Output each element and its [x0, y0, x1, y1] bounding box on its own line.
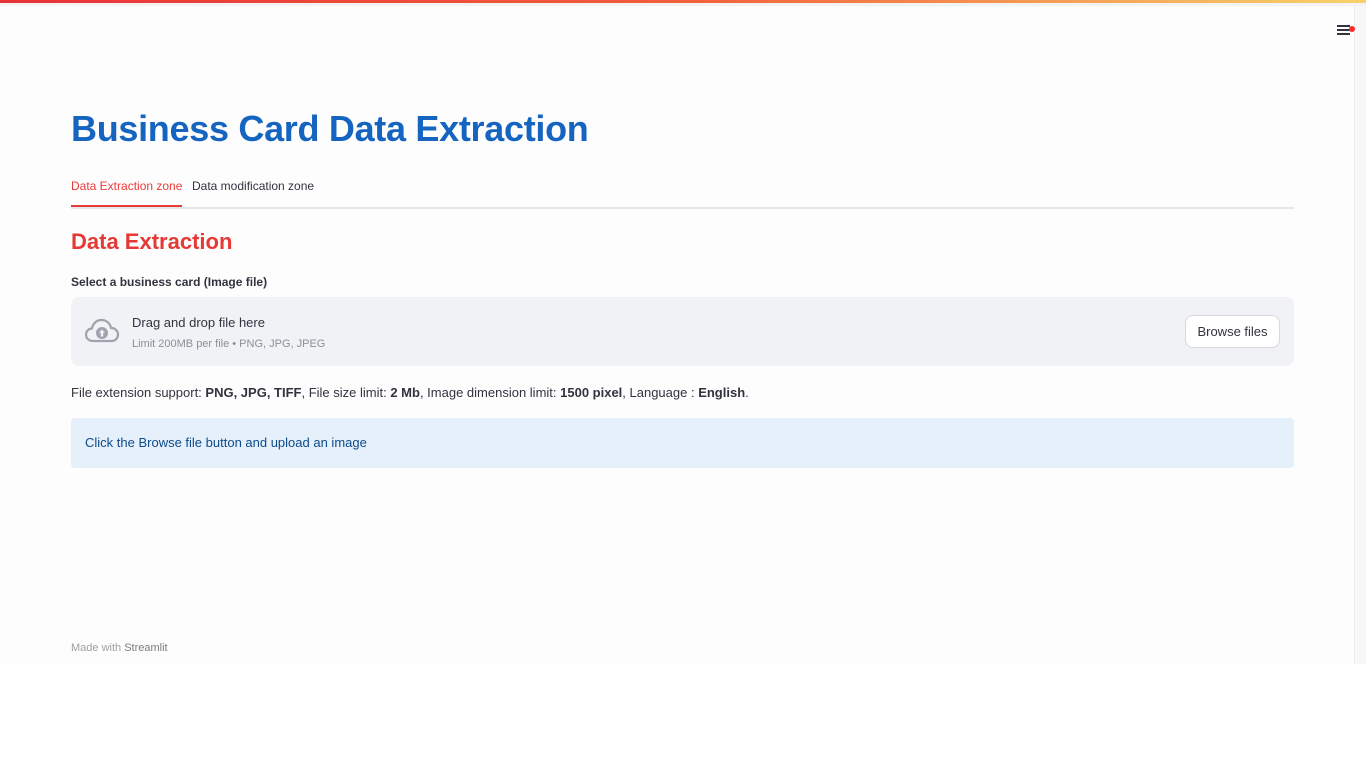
- cloud-upload-icon: [84, 318, 120, 343]
- info-alert: Click the Browse file button and upload …: [71, 418, 1294, 468]
- tab-bar: Data Extraction zone Data modification z…: [71, 172, 1294, 209]
- file-size-limit: 2 Mb: [390, 385, 420, 400]
- page-title: Business Card Data Extraction: [71, 108, 589, 149]
- main-menu-button[interactable]: [1334, 18, 1358, 42]
- file-support-info: File extension support: PNG, JPG, TIFF, …: [71, 385, 749, 400]
- language-value: English: [698, 385, 746, 400]
- app-container: Business Card Data Extraction Data Extra…: [0, 0, 1366, 664]
- dropzone-limit-text: Limit 200MB per file • PNG, JPG, JPEG: [132, 338, 326, 350]
- info-alert-text: Click the Browse file button and upload …: [85, 435, 367, 450]
- streamlit-link[interactable]: Streamlit: [124, 642, 167, 654]
- dropzone-instructions: Drag and drop file here: [132, 315, 265, 330]
- browse-files-button[interactable]: Browse files: [1185, 315, 1280, 348]
- section-heading: Data Extraction: [71, 229, 233, 254]
- image-dimension-limit: 1500 pixel: [560, 385, 623, 400]
- header-decoration-bar: [0, 0, 1366, 6]
- tab-data-extraction-zone[interactable]: Data Extraction zone: [71, 172, 183, 207]
- uploader-label: Select a business card (Image file): [71, 275, 268, 289]
- supported-extensions: PNG, JPG, TIFF: [205, 385, 302, 400]
- scrollbar-track[interactable]: [1354, 6, 1366, 664]
- notification-dot: [1349, 26, 1355, 32]
- tab-data-modification-zone[interactable]: Data modification zone: [192, 172, 314, 205]
- footer: Made with Streamlit: [71, 642, 168, 654]
- file-dropzone[interactable]: Drag and drop file here Limit 200MB per …: [71, 297, 1294, 366]
